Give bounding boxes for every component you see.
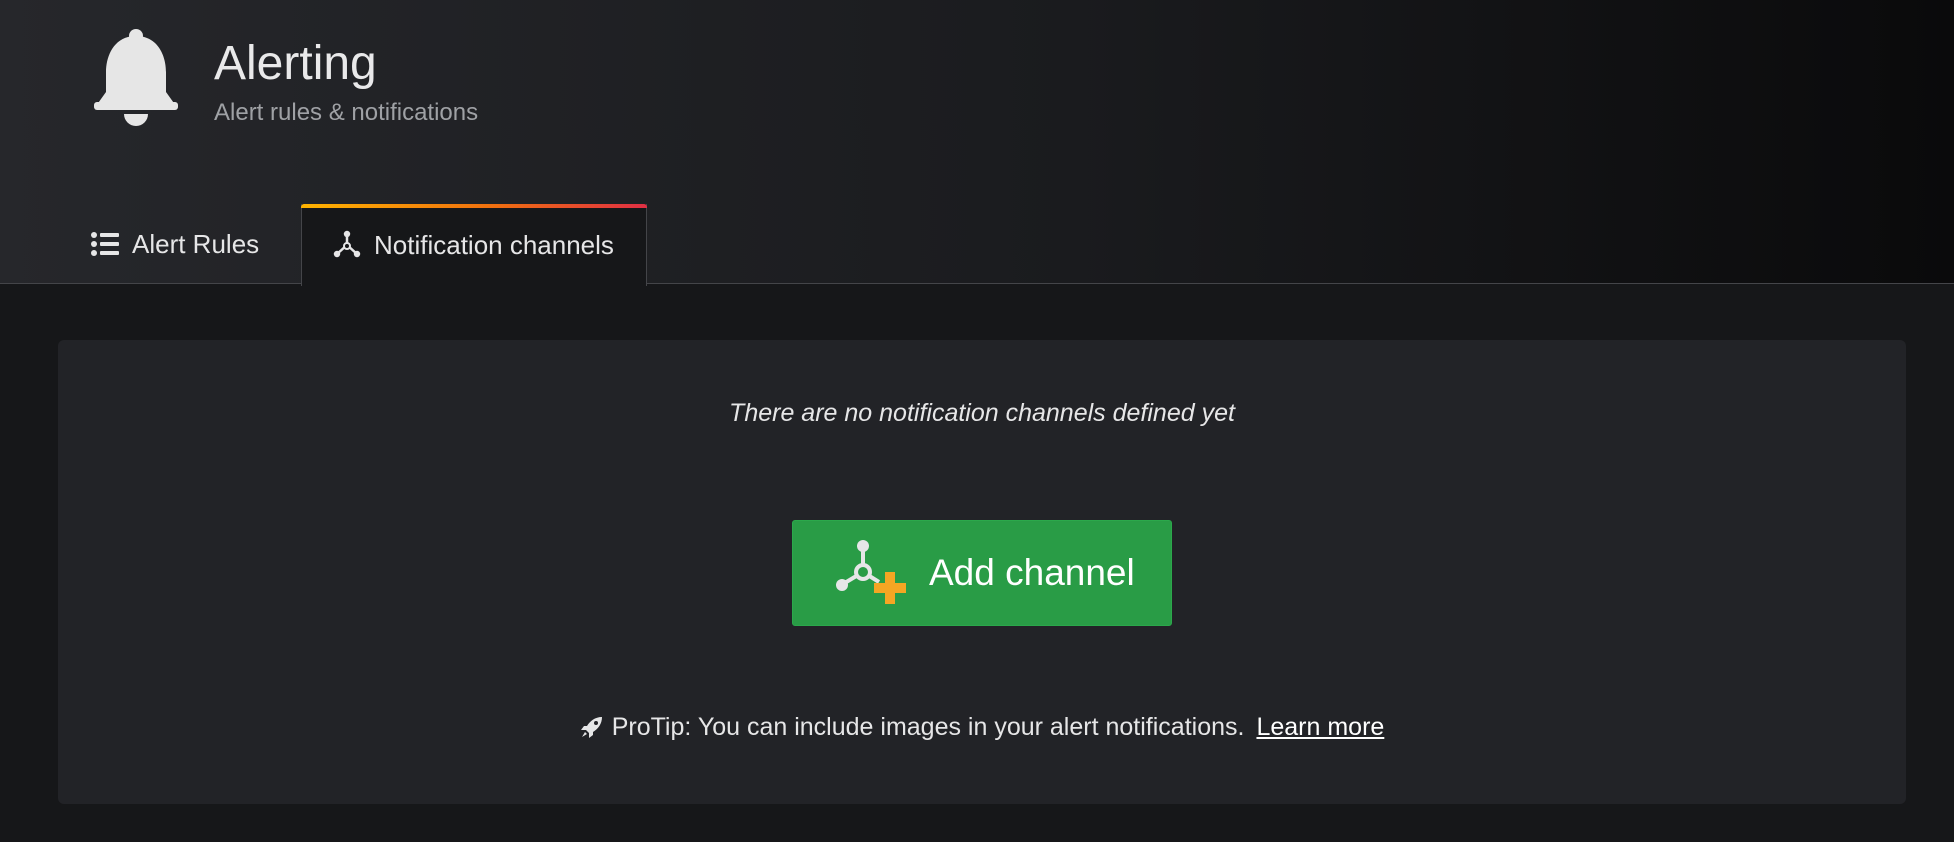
tab-label: Alert Rules — [132, 228, 260, 259]
page-subtitle: Alert rules & notifications — [214, 99, 479, 126]
channels-icon — [333, 230, 361, 258]
empty-state-message: There are no notification channels defin… — [729, 399, 1235, 427]
tab-label: Notification channels — [374, 229, 614, 260]
list-icon — [91, 232, 119, 256]
page-title: Alerting — [214, 37, 377, 90]
tab-notification-channels[interactable]: Notification channels — [301, 204, 647, 286]
page-header: Alerting Alert rules & notifications Ale… — [0, 0, 1954, 286]
tab-alert-rules[interactable]: Alert Rules — [60, 204, 300, 284]
add-channel-label: Add channel — [929, 552, 1135, 593]
bell-icon — [94, 29, 178, 126]
add-channel-icon — [836, 540, 906, 604]
protip: ProTip: You can include images in your a… — [58, 710, 1906, 744]
protip-text: ProTip: You can include images in your a… — [611, 713, 1245, 741]
add-channel-button[interactable]: Add channel — [792, 520, 1172, 626]
learn-more-link[interactable]: Learn more — [1256, 710, 1384, 744]
rocket-icon — [580, 717, 602, 738]
empty-state-panel: There are no notification channels defin… — [58, 340, 1906, 804]
